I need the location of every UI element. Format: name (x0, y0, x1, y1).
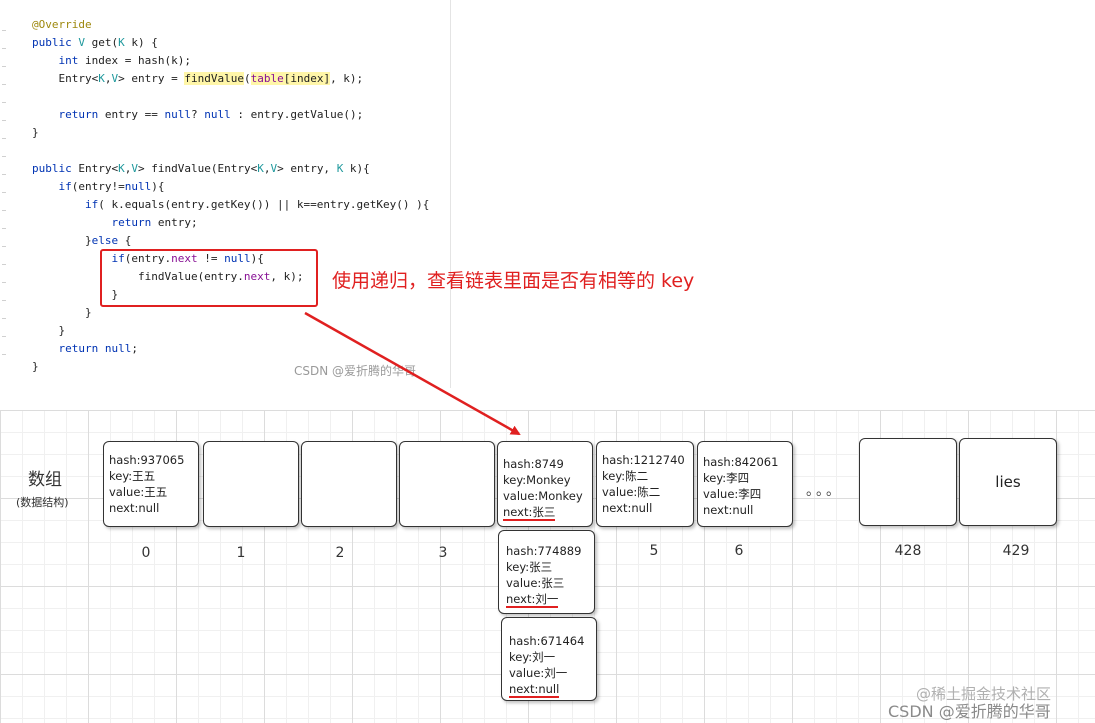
array-cell-0: hash:937065 key:王五 value:王五 next:null (103, 441, 199, 527)
watermark-csdn: CSDN @爱折腾的华哥 (888, 702, 1051, 721)
entry-node: hash:842061 key:李四 value:李四 next:null (703, 454, 778, 518)
array-cell-6: hash:842061 key:李四 value:李四 next:null (697, 441, 793, 527)
entry-key: key:刘一 (509, 650, 556, 664)
code-line: } (32, 324, 66, 337)
entry-next: next:null (602, 501, 653, 515)
code-line: if( k.equals(entry.getKey()) || k==entry… (84, 198, 430, 211)
entry-key: key:李四 (703, 471, 750, 485)
entry-hash: hash:842061 (703, 455, 779, 469)
code-block: @Override public V get(K k) { int index =… (32, 16, 429, 376)
code-line: }else { (32, 234, 132, 247)
array-cell-1 (203, 441, 299, 527)
array-label: 数组 (28, 470, 62, 490)
array-cell-429: lies (959, 438, 1057, 526)
array-cell-2 (301, 441, 397, 527)
index-label-2: 2 (335, 545, 345, 561)
entry-node: hash:937065 key:王五 value:王五 next:null (109, 452, 184, 516)
index-label-5: 5 (649, 543, 659, 559)
entry-next: next:张三 (503, 505, 556, 521)
entry-value: value:张三 (506, 576, 565, 590)
array-cell-4: hash:8749 key:Monkey value:Monkey next:张… (497, 441, 593, 527)
entry-value: value:陈二 (602, 485, 661, 499)
entry-key: key:陈二 (602, 469, 649, 483)
code-line: if(entry!=null){ (58, 180, 165, 193)
editor-right-margin (450, 0, 451, 388)
entry-node: hash:1212740 key:陈二 value:陈二 next:null (602, 452, 685, 516)
entry-node: hash:8749 key:Monkey value:Monkey next:张… (503, 456, 583, 521)
chain-node-1: hash:774889 key:张三 value:张三 next:刘一 (498, 530, 595, 614)
entry-key: key:张三 (506, 560, 553, 574)
code-panel: @Override public V get(K k) { int index =… (0, 0, 694, 388)
index-label-6: 6 (734, 543, 744, 559)
code-line: @Override (32, 18, 92, 31)
entry-value: value:李四 (703, 487, 762, 501)
entry-node: hash:671464 key:刘一 value:刘一 next:null (509, 633, 585, 698)
array-cell-3 (399, 441, 495, 527)
recursion-highlight-box (100, 249, 318, 307)
index-label-0: 0 (141, 545, 151, 561)
entry-node: hash:774889 key:张三 value:张三 next:刘一 (506, 543, 582, 608)
entry-value: value:刘一 (509, 666, 568, 680)
entry-value: value:Monkey (503, 489, 583, 503)
code-line: return entry; (111, 216, 198, 229)
ellipsis: 。。。 (806, 483, 843, 499)
cell-text: lies (995, 473, 1021, 491)
entry-value: value:王五 (109, 485, 168, 499)
code-line: Entry<K,V> entry = findValue(table[index… (32, 72, 364, 85)
code-line: } (32, 126, 39, 139)
entry-hash: hash:1212740 (602, 453, 685, 467)
entry-hash: hash:774889 (506, 544, 582, 558)
chain-node-2: hash:671464 key:刘一 value:刘一 next:null (501, 617, 597, 701)
index-label-428: 428 (894, 543, 922, 559)
entry-next: next:刘一 (506, 592, 559, 608)
array-sublabel: (数据结构) (16, 496, 69, 509)
index-label-429: 429 (1002, 543, 1030, 559)
index-label-1: 1 (236, 545, 246, 561)
watermark-code: CSDN @爱折腾的华哥 (294, 364, 417, 378)
entry-hash: hash:671464 (509, 634, 585, 648)
code-line: public V get(K k) { (32, 36, 158, 49)
code-line: int index = hash(k); (58, 54, 191, 67)
entry-next: next:null (703, 503, 754, 517)
code-line: return null; (58, 342, 139, 355)
entry-key: key:王五 (109, 469, 156, 483)
entry-hash: hash:8749 (503, 457, 564, 471)
index-label-3: 3 (438, 545, 448, 561)
editor-gutter (0, 0, 8, 388)
code-line: return entry == null? null : entry.getVa… (58, 108, 364, 121)
recursion-callout: 使用递归，查看链表里面是否有相等的 key (332, 270, 695, 292)
entry-next: next:null (109, 501, 160, 515)
entry-hash: hash:937065 (109, 453, 185, 467)
code-line: public Entry<K,V> findValue(Entry<K,V> e… (32, 162, 370, 175)
array-cell-5: hash:1212740 key:陈二 value:陈二 next:null (596, 441, 694, 527)
entry-next: next:null (509, 682, 560, 698)
entry-key: key:Monkey (503, 473, 571, 487)
array-cell-428 (859, 438, 957, 526)
